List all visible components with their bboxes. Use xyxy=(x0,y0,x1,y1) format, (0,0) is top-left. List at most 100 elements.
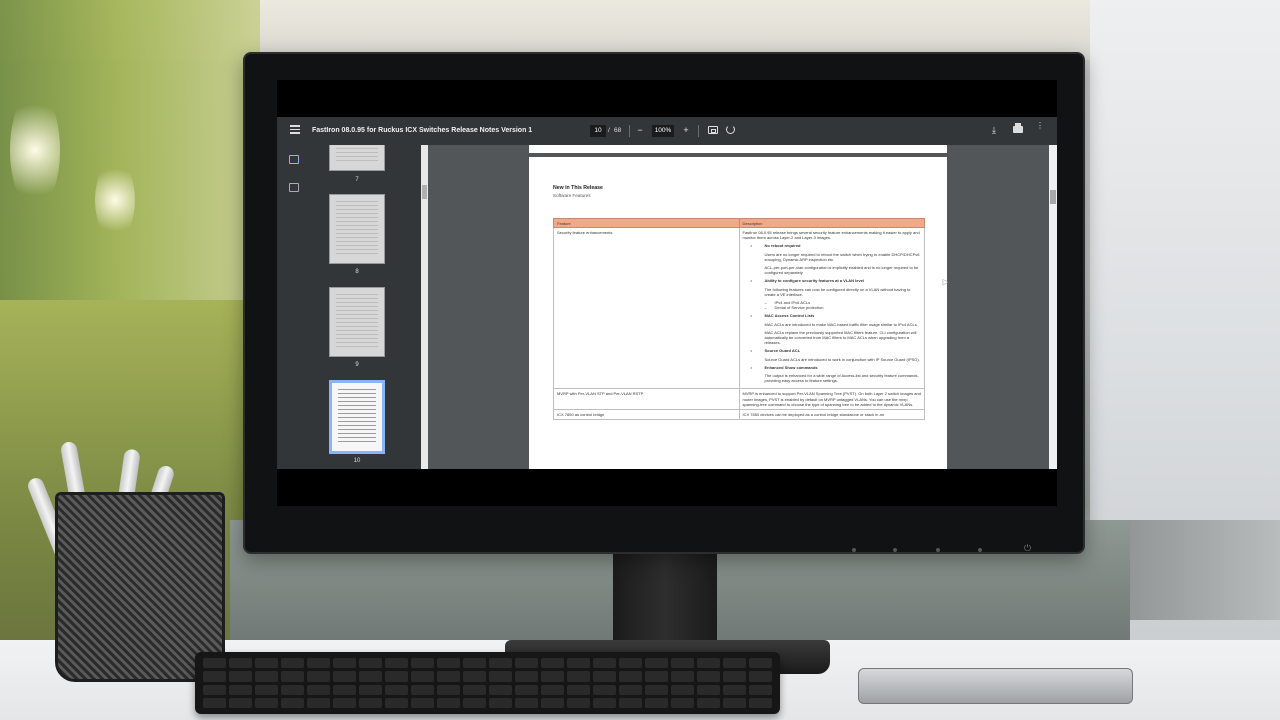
keyboard-key[interactable] xyxy=(411,671,434,682)
keyboard-key[interactable] xyxy=(333,658,356,669)
monitor-button[interactable] xyxy=(852,548,856,552)
keyboard-key[interactable] xyxy=(567,684,590,695)
print-icon[interactable] xyxy=(1013,123,1023,133)
keyboard-key[interactable] xyxy=(229,684,252,695)
menu-icon[interactable] xyxy=(290,125,300,135)
monitor-button[interactable] xyxy=(893,548,897,552)
keyboard-key[interactable] xyxy=(697,684,720,695)
more-options-icon[interactable]: ⋮ xyxy=(1036,122,1044,130)
keyboard-key[interactable] xyxy=(359,671,382,682)
keyboard-key[interactable] xyxy=(203,684,226,695)
keyboard-key[interactable] xyxy=(307,658,330,669)
monitor-button[interactable] xyxy=(978,548,982,552)
keyboard-key[interactable] xyxy=(593,658,616,669)
keyboard-key[interactable] xyxy=(489,671,512,682)
keyboard-key[interactable] xyxy=(281,697,304,708)
keyboard-key[interactable] xyxy=(385,697,408,708)
outline-tab-icon[interactable] xyxy=(289,183,299,192)
keyboard-key[interactable] xyxy=(619,658,642,669)
keyboard-key[interactable] xyxy=(359,697,382,708)
keyboard-key[interactable] xyxy=(749,684,772,695)
download-icon[interactable]: ⤓ xyxy=(992,125,996,136)
keyboard-key[interactable] xyxy=(593,671,616,682)
page-thumbnail[interactable] xyxy=(329,194,385,264)
keyboard-key[interactable] xyxy=(437,684,460,695)
keyboard-key[interactable] xyxy=(593,684,616,695)
zoom-out-button[interactable]: − xyxy=(634,124,646,136)
keyboard-key[interactable] xyxy=(255,671,278,682)
keyboard-key[interactable] xyxy=(255,658,278,669)
zoom-in-button[interactable]: + xyxy=(680,124,692,136)
zoom-level-input[interactable]: 100% xyxy=(652,125,674,137)
keyboard-key[interactable] xyxy=(411,684,434,695)
keyboard-key[interactable] xyxy=(203,671,226,682)
keyboard-key[interactable] xyxy=(515,658,538,669)
keyboard-key[interactable] xyxy=(645,671,668,682)
keyboard-key[interactable] xyxy=(255,697,278,708)
keyboard-key[interactable] xyxy=(697,658,720,669)
keyboard-key[interactable] xyxy=(463,658,486,669)
keyboard-key[interactable] xyxy=(307,697,330,708)
keyboard-key[interactable] xyxy=(645,684,668,695)
keyboard-key[interactable] xyxy=(515,684,538,695)
keyboard-key[interactable] xyxy=(281,671,304,682)
keyboard-key[interactable] xyxy=(671,684,694,695)
keyboard[interactable] xyxy=(195,652,780,714)
keyboard-key[interactable] xyxy=(723,671,746,682)
keyboard-key[interactable] xyxy=(567,658,590,669)
keyboard-key[interactable] xyxy=(333,697,356,708)
fit-to-page-icon[interactable] xyxy=(708,126,718,134)
thumbnails-tab-icon[interactable] xyxy=(289,155,299,164)
keyboard-key[interactable] xyxy=(541,684,564,695)
keyboard-key[interactable] xyxy=(593,697,616,708)
sidebar-scrollbar[interactable] xyxy=(421,145,428,469)
keyboard-key[interactable] xyxy=(463,684,486,695)
keyboard-key[interactable] xyxy=(541,671,564,682)
keyboard-key[interactable] xyxy=(723,697,746,708)
keyboard-key[interactable] xyxy=(697,697,720,708)
keyboard-key[interactable] xyxy=(385,684,408,695)
keyboard-key[interactable] xyxy=(385,658,408,669)
keyboard-key[interactable] xyxy=(463,671,486,682)
keyboard-key[interactable] xyxy=(515,697,538,708)
keyboard-key[interactable] xyxy=(749,658,772,669)
keyboard-key[interactable] xyxy=(723,684,746,695)
keyboard-key[interactable] xyxy=(489,658,512,669)
keyboard-key[interactable] xyxy=(723,658,746,669)
page-thumbnail[interactable] xyxy=(329,145,385,171)
page-thumbnail-active[interactable] xyxy=(329,380,385,454)
keyboard-key[interactable] xyxy=(567,697,590,708)
keyboard-key[interactable] xyxy=(515,671,538,682)
keyboard-key[interactable] xyxy=(489,684,512,695)
keyboard-key[interactable] xyxy=(437,671,460,682)
keyboard-key[interactable] xyxy=(541,658,564,669)
keyboard-key[interactable] xyxy=(489,697,512,708)
keyboard-key[interactable] xyxy=(255,684,278,695)
keyboard-key[interactable] xyxy=(385,671,408,682)
trackpad[interactable] xyxy=(858,668,1133,704)
keyboard-key[interactable] xyxy=(333,684,356,695)
page-thumbnail[interactable] xyxy=(329,287,385,357)
keyboard-key[interactable] xyxy=(281,684,304,695)
document-scrollbar[interactable] xyxy=(1049,145,1057,469)
keyboard-key[interactable] xyxy=(359,684,382,695)
keyboard-key[interactable] xyxy=(619,684,642,695)
keyboard-key[interactable] xyxy=(307,684,330,695)
keyboard-key[interactable] xyxy=(671,697,694,708)
keyboard-key[interactable] xyxy=(749,697,772,708)
keyboard-key[interactable] xyxy=(203,697,226,708)
keyboard-key[interactable] xyxy=(541,697,564,708)
keyboard-key[interactable] xyxy=(567,671,590,682)
keyboard-key[interactable] xyxy=(645,697,668,708)
keyboard-key[interactable] xyxy=(697,671,720,682)
keyboard-key[interactable] xyxy=(229,697,252,708)
keyboard-key[interactable] xyxy=(437,697,460,708)
keyboard-key[interactable] xyxy=(359,658,382,669)
keyboard-key[interactable] xyxy=(437,658,460,669)
keyboard-key[interactable] xyxy=(645,658,668,669)
keyboard-key[interactable] xyxy=(411,658,434,669)
keyboard-key[interactable] xyxy=(203,658,226,669)
monitor-button[interactable] xyxy=(936,548,940,552)
power-icon[interactable]: ⏻ xyxy=(1024,543,1031,554)
keyboard-key[interactable] xyxy=(411,697,434,708)
